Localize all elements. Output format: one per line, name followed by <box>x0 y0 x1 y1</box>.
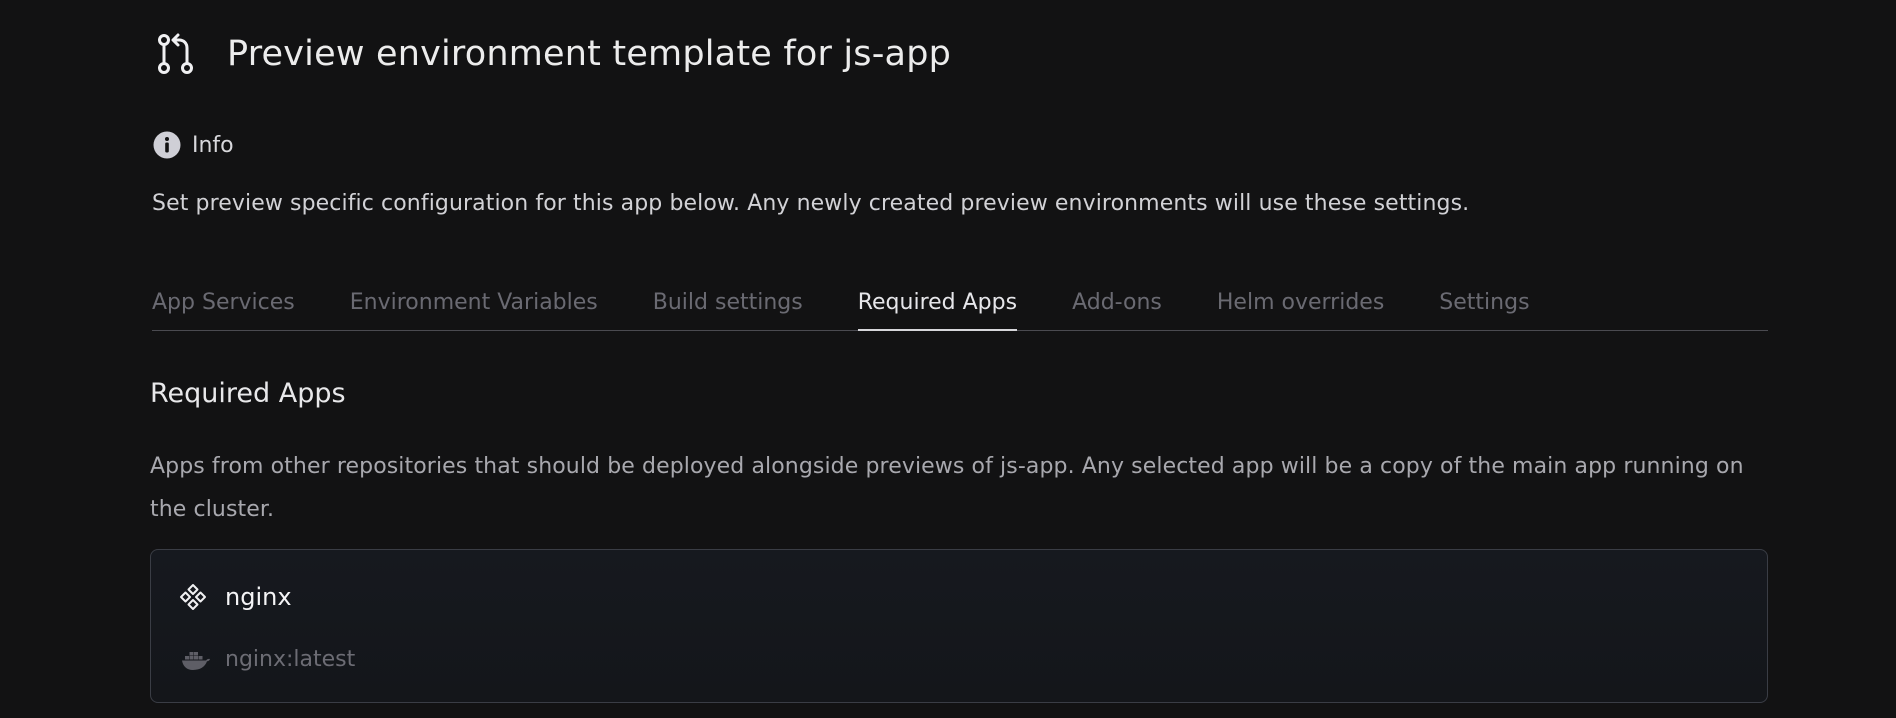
info-label: Info <box>192 132 234 158</box>
app-name: nginx <box>225 583 292 611</box>
app-image-name: nginx:latest <box>225 647 356 672</box>
tab-build-settings[interactable]: Build settings <box>653 290 803 329</box>
info-heading: Info <box>152 130 234 160</box>
tab-required-apps[interactable]: Required Apps <box>857 290 1018 331</box>
tab-settings[interactable]: Settings <box>1439 290 1529 329</box>
page-header: Preview environment template for js-app <box>154 32 951 76</box>
tab-helm-overrides[interactable]: Helm overrides <box>1217 290 1384 329</box>
section-title: Required Apps <box>150 378 346 409</box>
tab-environment-variables[interactable]: Environment Variables <box>350 290 598 329</box>
required-app-card[interactable]: nginx nginx:latest <box>150 549 1768 703</box>
page-title: Preview environment template for js-app <box>227 34 952 74</box>
tab-app-services[interactable]: App Services <box>152 290 295 329</box>
settings-tabs: App Services Environment Variables Build… <box>152 290 1768 331</box>
app-name-row: nginx <box>179 583 292 611</box>
app-image-row: nginx:latest <box>181 647 355 672</box>
tab-add-ons[interactable]: Add-ons <box>1072 290 1162 329</box>
git-pull-request-icon <box>154 32 198 76</box>
component-icon <box>179 583 207 611</box>
docker-icon <box>181 648 211 672</box>
section-description: Apps from other repositories that should… <box>150 454 1744 522</box>
info-icon <box>152 130 182 160</box>
info-description: Set preview specific configuration for t… <box>152 191 1470 216</box>
